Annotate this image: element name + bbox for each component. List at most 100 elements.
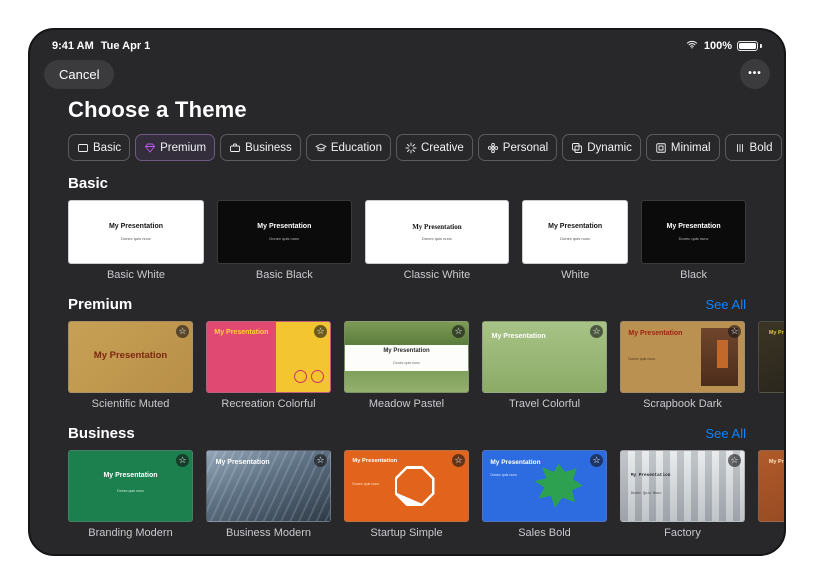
flower-icon (487, 142, 499, 154)
category-chip-label: Business (245, 142, 292, 154)
slide-subtitle-text: Donec quis nunc (490, 473, 550, 477)
theme-card[interactable]: My Presentation Donec quis nunc Startup … (344, 450, 469, 540)
theme-card[interactable]: My Presentation Scientific Muted (68, 321, 193, 411)
wifi-icon (685, 39, 699, 53)
graduation-cap-icon (315, 142, 327, 154)
theme-name-label: Recreation Colorful (206, 398, 331, 411)
theme-name-label: Black (641, 269, 746, 282)
theme-slide: My Presentation (758, 450, 786, 522)
theme-card[interactable]: My Presentation Recreation Colorful (206, 321, 331, 411)
theme-slide: My Presentation Donec quis nunc (217, 200, 352, 264)
slide-icon (77, 142, 89, 154)
category-chip-label: Minimal (671, 142, 711, 154)
slide-title-text: My Presentation (366, 223, 509, 231)
theme-name-label: White (522, 269, 628, 282)
page-title: Choose a Theme (68, 97, 784, 123)
slide-title-text: My Presentation (69, 223, 203, 231)
category-chip-label: Basic (93, 142, 121, 154)
theme-slide: My Presentation Donec quis nunc (482, 450, 607, 522)
theme-slide: My Presentation (206, 450, 331, 522)
theme-card[interactable]: My Presentation Donec quis nunc Black (641, 200, 746, 282)
theme-card[interactable]: My Presentation Donec quis nunc Sales Bo… (482, 450, 607, 540)
category-chip[interactable]: Education (306, 134, 391, 161)
theme-card[interactable]: My Presentation Donec quis nunc White (522, 200, 628, 282)
category-chip[interactable]: Basic (68, 134, 130, 161)
theme-card[interactable]: My Presentation (758, 321, 786, 411)
see-all-link[interactable]: See All (706, 297, 746, 312)
slide-subtitle-text: Donec quis nunc (69, 489, 192, 493)
theme-name-label: Scientific Muted (68, 398, 193, 411)
favorite-star-badge (314, 325, 327, 338)
category-chip-label: Education (331, 142, 382, 154)
theme-slide: My Presentation Donec quis nunc (522, 200, 628, 264)
favorite-star-badge (728, 325, 741, 338)
theme-card[interactable]: My Presentation Donec Quis Nunc Factory (620, 450, 745, 540)
slide-subtitle-text: Donec quis nunc (345, 361, 468, 365)
theme-name-label: Travel Colorful (482, 398, 607, 411)
slide-decoration (395, 466, 435, 506)
theme-name-label: Branding Modern (68, 527, 193, 540)
theme-name-label: Classic White (365, 269, 510, 282)
category-chip-label: Dynamic (587, 142, 632, 154)
battery-icon (737, 41, 758, 51)
category-chip[interactable]: Minimal (646, 134, 720, 161)
slide-title-text: My Presentation (214, 329, 271, 337)
category-chip-label: Personal (503, 142, 548, 154)
category-chip[interactable]: Dynamic (562, 134, 641, 161)
section-header: Business See All (68, 425, 784, 442)
category-chip[interactable]: Business (220, 134, 301, 161)
slide-decoration (535, 464, 583, 510)
theme-card[interactable]: My Presentation Donec quis nunc Meadow P… (344, 321, 469, 411)
slide-title-text: My Presentation (523, 223, 627, 231)
theme-section: Business See All My Presentation Donec q… (30, 425, 784, 540)
section-title: Premium (68, 296, 132, 313)
bars-icon (734, 142, 746, 154)
theme-name-label: Basic White (68, 269, 204, 282)
theme-slide: My Presentation Donec quis nunc (641, 200, 746, 264)
theme-slide: My Presentation (482, 321, 607, 393)
category-chip[interactable]: Creative (396, 134, 473, 161)
see-all-link[interactable]: See All (706, 426, 746, 441)
slide-subtitle-text: Donec quis nunc (523, 237, 627, 242)
theme-card[interactable]: My Presentation Travel Colorful (482, 321, 607, 411)
sections: Basic My Presentation Donec quis nunc Ba… (30, 175, 784, 540)
category-chips: Basic Premium Business Education Creativ… (30, 134, 784, 161)
theme-name-label: Startup Simple (344, 527, 469, 540)
theme-row: My Presentation Donec quis nunc Branding… (68, 450, 784, 540)
slide-subtitle-text: Donec quis nunc (218, 237, 351, 242)
theme-card[interactable]: My Presentation Donec quis nunc Classic … (365, 200, 510, 282)
slide-decoration (717, 340, 728, 368)
theme-card[interactable]: My Presentation Business Modern (206, 450, 331, 540)
theme-name-label: Sales Bold (482, 527, 607, 540)
theme-card[interactable]: My Presentation Donec quis nunc Scrapboo… (620, 321, 745, 411)
theme-slide: My Presentation (68, 321, 193, 393)
theme-name-label: Business Modern (206, 527, 331, 540)
slide-subtitle-text: Donec quis nunc (628, 357, 688, 361)
cancel-button[interactable]: Cancel (44, 60, 114, 89)
theme-card[interactable]: My Presentation Donec quis nunc Basic Wh… (68, 200, 204, 282)
battery-nub (760, 44, 762, 48)
category-chip[interactable]: Premium (135, 134, 215, 161)
slide-subtitle-text: Donec Quis Nunc (631, 492, 689, 496)
slide-subtitle-text: Donec quis nunc (642, 237, 745, 242)
section-title: Business (68, 425, 135, 442)
theme-card[interactable]: My Presentation Donec quis nunc Branding… (68, 450, 193, 540)
category-chip-label: Premium (160, 142, 206, 154)
theme-slide: My Presentation Donec quis nunc (365, 200, 510, 264)
section-header: Basic (68, 175, 784, 192)
favorite-star-badge (176, 325, 189, 338)
slide-subtitle-text: Donec quis nunc (352, 482, 400, 486)
theme-card[interactable]: My Presentation Donec quis nunc Basic Bl… (217, 200, 352, 282)
slide-title-text: My Presentation (69, 351, 192, 362)
theme-card[interactable]: My Presentation (758, 450, 786, 540)
status-date: Tue Apr 1 (101, 40, 151, 52)
more-options-button[interactable]: ••• (740, 59, 770, 89)
section-header: Premium See All (68, 296, 784, 313)
category-chip-label: Creative (421, 142, 464, 154)
category-chip[interactable]: Personal (478, 134, 557, 161)
favorite-star-badge (176, 454, 189, 467)
theme-name-label: Scrapbook Dark (620, 398, 745, 411)
category-chip[interactable]: Bold (725, 134, 782, 161)
theme-slide: My Presentation Donec quis nunc (344, 450, 469, 522)
slide-title-text: My Presentation (628, 330, 692, 338)
